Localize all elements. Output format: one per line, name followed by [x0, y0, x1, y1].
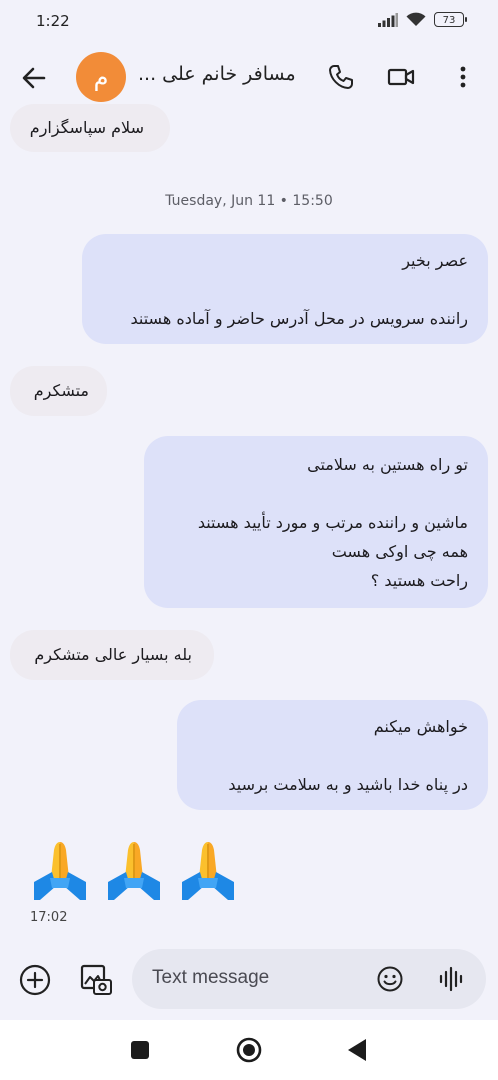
message-text: همه چی اوکی هست [331, 542, 468, 561]
triangle-back-icon[interactable] [346, 1038, 368, 1062]
message-text: راننده سرویس در محل آدرس حاضر و آماده هس… [130, 309, 469, 328]
message-text: متشکرم [33, 381, 89, 400]
photo-camera-icon[interactable] [78, 962, 114, 998]
message-text: بله بسیار عالی متشکرم [34, 645, 192, 664]
message-text: عصر بخیر [402, 251, 468, 270]
message-text: ماشین و راننده مرتب و مورد تأیید هستند [197, 513, 468, 532]
phone-icon[interactable] [326, 62, 356, 92]
more-vert-icon[interactable] [448, 62, 478, 92]
message-text: سلام سپاسگزارم [29, 118, 144, 137]
message-bubble-incoming[interactable]: متشکرم [10, 366, 107, 416]
message-bubble-incoming[interactable]: سلام سپاسگزارم [10, 104, 170, 152]
emoji-smile-icon[interactable] [376, 965, 404, 993]
conversation-app-bar: م مسافر خانم علی ... [0, 44, 498, 110]
add-circle-icon[interactable] [18, 963, 52, 997]
status-time: 1:22 [36, 12, 70, 30]
message-bubble-outgoing[interactable]: خواهش میکنم در پناه خدا باشید و به سلامت… [177, 700, 488, 810]
message-input[interactable] [152, 967, 362, 989]
circle-icon[interactable] [236, 1037, 262, 1063]
message-time: 17:02 [30, 910, 68, 925]
battery-icon: 73 [434, 12, 467, 27]
status-icons: 73 [378, 12, 467, 27]
message-text [92, 275, 468, 304]
contact-name[interactable]: مسافر خانم علی ... [138, 63, 298, 85]
contact-avatar[interactable]: م [76, 52, 126, 102]
arrow-left-icon[interactable] [18, 62, 50, 94]
emoji-message[interactable] [30, 838, 238, 902]
message-bubble-incoming[interactable]: بله بسیار عالی متشکرم [10, 630, 214, 680]
status-bar: 1:22 73 [0, 0, 498, 44]
message-bubble-outgoing[interactable]: تو راه هستین به سلامتی ماشین و راننده مر… [144, 436, 488, 608]
compose-bar [0, 940, 498, 1020]
message-text: در پناه خدا باشید و به سلامت برسید [228, 775, 468, 794]
message-text [187, 741, 468, 770]
square-icon[interactable] [130, 1040, 150, 1060]
folded-hands-icon [108, 842, 160, 900]
message-text [154, 479, 468, 508]
message-text: تو راه هستین به سلامتی [307, 455, 468, 474]
folded-hands-icon [34, 842, 86, 900]
signal-icon [378, 12, 398, 27]
message-bubble-outgoing[interactable]: عصر بخیر راننده سرویس در محل آدرس حاضر و… [82, 234, 488, 344]
timestamp-divider: Tuesday, Jun 11 • 15:50 [165, 193, 333, 209]
video-camera-icon[interactable] [386, 62, 416, 92]
message-text: خواهش میکنم [373, 717, 468, 736]
system-nav-bar [0, 1020, 498, 1080]
compose-field[interactable] [132, 949, 486, 1009]
wifi-icon [406, 12, 426, 26]
folded-hands-icon [182, 842, 234, 900]
message-text: راحت هستید ؟ [370, 571, 468, 590]
voice-wave-icon[interactable] [438, 965, 464, 993]
